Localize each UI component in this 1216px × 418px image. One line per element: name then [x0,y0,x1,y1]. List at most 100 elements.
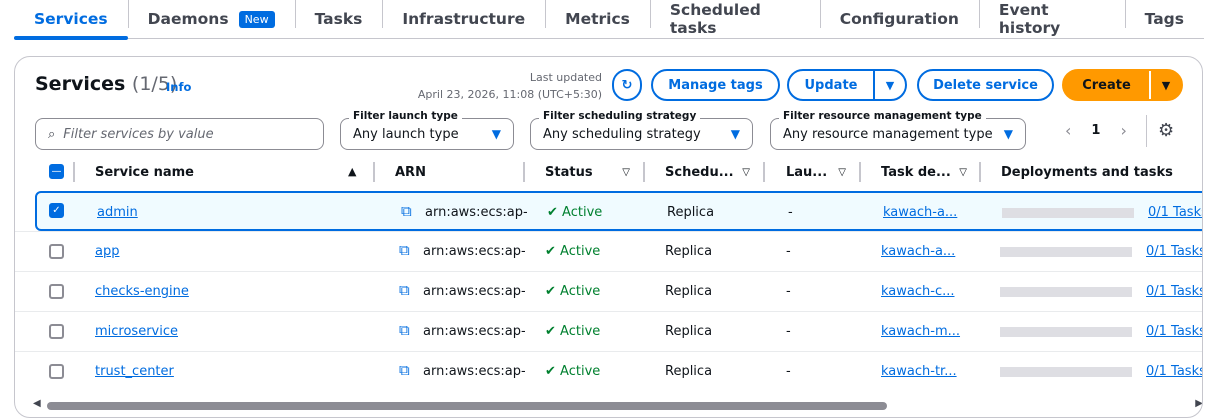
scheduling-value: Replica [665,284,713,299]
column-divider[interactable] [523,162,525,182]
update-button[interactable]: Update [789,78,873,93]
col-service-name[interactable]: Service name [95,161,194,183]
tab-event-history[interactable]: Event history [978,0,1125,38]
service-name-link[interactable]: admin [97,205,138,220]
column-divider[interactable] [373,162,375,182]
table-row[interactable]: app ⧉ arn:aws:ecs:ap-s ✔︎ Active Replica… [15,231,1202,271]
row-checkbox[interactable] [49,284,64,299]
tasks-link[interactable]: 0/1 Tasks [1146,284,1202,299]
launch-type-value: - [788,205,793,220]
tab-infrastructure[interactable]: Infrastructure [382,0,545,38]
tab-label: Metrics [565,10,630,28]
task-definition-link[interactable]: kawach-m... [881,324,960,339]
create-dropdown-caret-icon[interactable]: ▼ [1149,71,1181,99]
launch-type-filter[interactable]: Filter launch type Any launch type ▼ [340,110,514,150]
tab-tasks[interactable]: Tasks [294,0,383,38]
col-label: Service name [95,164,194,180]
table-row[interactable]: checks-engine ⧉ arn:aws:ecs:ap-s ✔︎ Acti… [15,271,1202,311]
tab-metrics[interactable]: Metrics [545,0,650,38]
tasks-progress-bar [1000,327,1132,337]
pagination: ‹ 1 › [1065,121,1127,140]
scheduling-strategy-filter[interactable]: Filter scheduling strategy Any scheduling… [530,110,753,150]
arn-value: arn:aws:ecs:ap-s [423,284,525,299]
tab-configuration[interactable]: Configuration [819,0,979,38]
caret-down-icon: ▼ [730,127,740,141]
table-row[interactable]: trust_center ⧉ arn:aws:ecs:ap-s ✔︎ Activ… [15,351,1202,391]
launch-type-value: - [786,324,791,339]
resource-management-filter[interactable]: Filter resource management type Any resou… [770,110,1026,150]
service-name-link[interactable]: microservice [95,324,178,339]
task-definition-link[interactable]: kawach-tr... [881,364,957,379]
service-name-link[interactable]: trust_center [95,364,174,379]
info-link[interactable]: Info [166,80,191,94]
horizontal-scrollbar[interactable]: ◀ ▶ [33,398,1202,411]
tab-tags[interactable]: Tags [1124,0,1204,38]
tab-daemons[interactable]: Daemons New [127,0,295,38]
column-divider[interactable] [859,162,861,182]
search-input[interactable]: ⌕ Filter services by value [35,118,324,150]
tasks-progress-bar [1002,208,1134,218]
row-checkbox[interactable] [49,324,64,339]
tasks-link[interactable]: 0/1 Tasks [1146,244,1202,259]
scroll-right-icon[interactable]: ▶ [1195,398,1202,409]
col-label: Schedu... [665,164,734,180]
filter-label: Filter launch type [349,110,462,122]
sort-ascending-icon[interactable]: ▲ [348,165,356,178]
tab-bar: Services Daemons New Tasks Infrastructure… [14,0,1204,40]
copy-icon[interactable]: ⧉ [401,202,412,220]
check-circle-icon: ✔︎ [545,324,556,339]
service-name-link[interactable]: app [95,244,119,259]
caret-down-icon: ▼ [491,127,501,141]
status-text: Active [560,244,601,259]
refresh-button[interactable]: ↻ [612,69,642,101]
tab-scheduled-tasks[interactable]: Scheduled tasks [649,0,820,38]
table-row[interactable]: microservice ⧉ arn:aws:ecs:ap-s ✔︎ Activ… [15,311,1202,351]
select-all-checkbox[interactable]: — [49,164,64,179]
update-dropdown-caret-icon[interactable]: ▼ [873,71,905,99]
task-definition-link[interactable]: kawach-a... [881,244,955,259]
tab-label: Event history [998,1,1061,37]
arn-value: arn:aws:ecs:ap-s [423,324,525,339]
manage-tags-button[interactable]: Manage tags [651,69,780,101]
col-label: Deployments and tasks [1001,164,1173,180]
check-circle-icon: ✔︎ [545,284,556,299]
tasks-link[interactable]: 0/1 Tasks [1146,364,1202,379]
column-divider[interactable] [763,162,765,182]
col-arn[interactable]: ARN [395,161,426,183]
scroll-left-icon[interactable]: ◀ [33,398,41,409]
filter-sort-icon: ▽ [742,166,750,178]
copy-icon[interactable]: ⧉ [399,321,410,339]
create-button[interactable]: Create [1064,78,1149,93]
col-task-definition[interactable]: Task de... ▽ [881,161,967,183]
column-divider[interactable] [979,162,981,182]
next-page-icon[interactable]: › [1120,121,1126,140]
tasks-link[interactable]: 0/1 Tasks [1146,324,1202,339]
column-divider [73,162,75,182]
row-checkbox[interactable] [49,364,64,379]
copy-icon[interactable]: ⧉ [399,281,410,299]
row-checkbox[interactable]: ✓ [49,203,64,218]
prev-page-icon[interactable]: ‹ [1065,121,1071,140]
table-row[interactable]: ✓ admin ⧉ arn:aws:ecs:ap-s ✔︎ Active Rep… [35,191,1202,231]
tasks-link[interactable]: 0/1 Tasks [1148,205,1202,220]
last-updated-value: April 23, 2026, 11:08 (UTC+5:30) [417,88,602,101]
tab-services[interactable]: Services [14,0,128,40]
col-launch-type[interactable]: Lau... ▽ [786,161,846,183]
tab-label: Daemons [147,10,229,28]
task-definition-link[interactable]: kawach-c... [881,284,955,299]
col-scheduling[interactable]: Schedu... ▽ [665,161,750,183]
gear-icon[interactable]: ⚙ [1158,120,1174,141]
service-name-link[interactable]: checks-engine [95,284,189,299]
copy-icon[interactable]: ⧉ [399,241,410,259]
last-updated: Last updated April 23, 2026, 11:08 (UTC+5… [418,69,602,103]
current-page[interactable]: 1 [1091,123,1100,138]
tab-label: Tasks [314,10,363,28]
task-definition-link[interactable]: kawach-a... [883,205,957,220]
copy-icon[interactable]: ⧉ [399,361,410,379]
col-deployments[interactable]: Deployments and tasks [1001,161,1173,183]
col-status[interactable]: Status ▽ [545,161,630,183]
scrollbar-thumb[interactable] [47,402,887,410]
row-checkbox[interactable] [49,244,64,259]
delete-service-button[interactable]: Delete service [917,69,1054,101]
column-divider[interactable] [643,162,645,182]
